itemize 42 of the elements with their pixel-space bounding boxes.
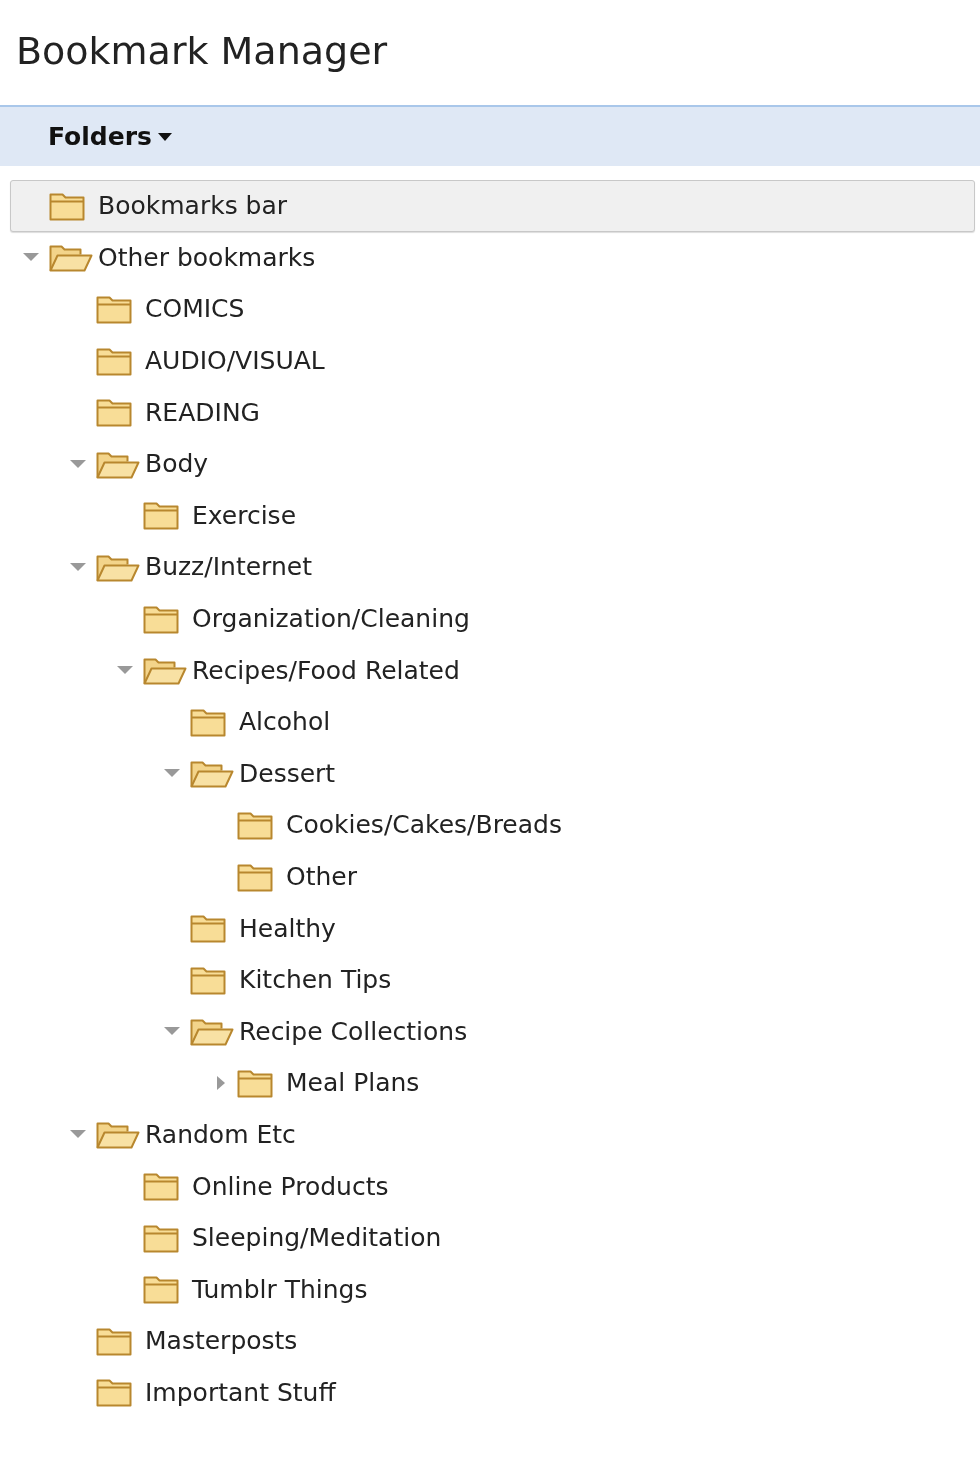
folder-icon	[143, 1171, 179, 1202]
folders-menu-button[interactable]: Folders	[38, 118, 182, 155]
folder-item[interactable]: Tumblr Things	[10, 1263, 975, 1316]
triangle-down-icon[interactable]	[69, 562, 86, 571]
triangle-down-icon[interactable]	[116, 666, 133, 675]
caret-icon	[157, 132, 172, 141]
folder-item[interactable]: Masterposts	[10, 1315, 975, 1367]
folder-item[interactable]: Cookies/Cakes/Breads	[10, 799, 975, 851]
folder-item[interactable]: Organization/Cleaning	[10, 592, 975, 645]
triangle-right-icon[interactable]	[217, 1075, 225, 1090]
folder-item[interactable]: Online Products	[10, 1160, 975, 1212]
folder-item[interactable]: Recipes/Food Related	[10, 644, 975, 696]
triangle-down-icon[interactable]	[22, 253, 39, 262]
folder-icon	[143, 500, 179, 531]
folder-item[interactable]: Random Etc	[10, 1108, 975, 1161]
folder-item[interactable]: Healthy	[10, 902, 975, 954]
folder-item[interactable]: Sleeping/Meditation	[10, 1211, 975, 1264]
folder-item[interactable]: Kitchen Tips	[10, 953, 975, 1006]
folder-item[interactable]: COMICS	[10, 283, 975, 335]
folder-item[interactable]: Meal Plans	[10, 1057, 975, 1109]
folder-item[interactable]: READING	[10, 386, 975, 438]
folder-item[interactable]: AUDIO/VISUAL	[10, 334, 975, 387]
folder-icon	[190, 913, 226, 944]
triangle-down-icon[interactable]	[69, 459, 86, 468]
folder-icon	[143, 1274, 179, 1305]
triangle-down-icon[interactable]	[69, 1130, 86, 1139]
triangle-down-icon[interactable]	[163, 769, 180, 778]
folder-item[interactable]: Alcohol	[10, 695, 975, 748]
folder-item[interactable]: Other bookmarks	[10, 231, 975, 284]
triangle-down-icon[interactable]	[163, 1027, 180, 1036]
folder-icon	[96, 1377, 132, 1408]
folder-item[interactable]: Exercise	[10, 489, 975, 542]
folder-item[interactable]: Body	[10, 437, 975, 490]
folder-item[interactable]: Dessert	[10, 747, 975, 800]
page-title: Bookmark Manager	[15, 28, 389, 75]
folder-item[interactable]: Recipe Collections	[10, 1005, 975, 1058]
folder-icon	[96, 397, 132, 428]
folder-item[interactable]: Important Stuff	[10, 1366, 975, 1419]
folder-icon	[96, 294, 132, 324]
folder-item[interactable]: Buzz/Internet	[10, 541, 975, 593]
folder-item[interactable]: Bookmarks bar	[10, 180, 975, 232]
folder-item[interactable]: Other	[10, 850, 975, 903]
